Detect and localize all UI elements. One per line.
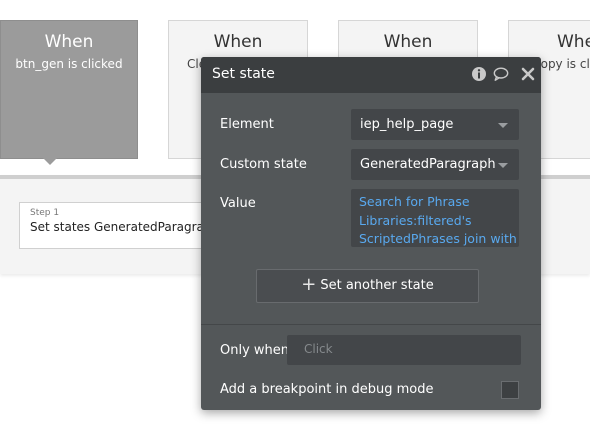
custom-state-dropdown[interactable]: GeneratedParagraph xyxy=(351,149,519,180)
info-icon[interactable] xyxy=(471,66,487,82)
plus-icon: + xyxy=(301,274,317,295)
element-dropdown[interactable]: iep_help_page xyxy=(351,109,519,140)
divider xyxy=(201,324,541,325)
active-event-pointer xyxy=(43,158,57,165)
event-when-label: Whe xyxy=(557,32,590,52)
modal-title: Set state xyxy=(212,66,275,82)
comment-icon[interactable] xyxy=(493,66,509,82)
event-description: btn_gen is clicked xyxy=(15,57,123,71)
event-card-btn-gen-clicked[interactable]: When btn_gen is clicked xyxy=(0,20,138,159)
step-text: Set states GeneratedParagraph xyxy=(30,220,219,234)
element-dropdown-value: iep_help_page xyxy=(360,117,454,132)
workflow-editor: When btn_gen is clicked When Cle When Wh… xyxy=(0,0,590,447)
value-label: Value xyxy=(220,196,256,211)
value-expression-line[interactable]: ScriptedPhrases join with xyxy=(359,230,517,247)
breakpoint-checkbox[interactable] xyxy=(501,381,519,399)
step-number: Step 1 xyxy=(30,208,60,218)
close-icon[interactable] xyxy=(520,66,536,82)
event-when-label: When xyxy=(44,32,94,52)
custom-state-dropdown-value: GeneratedParagraph xyxy=(360,157,496,172)
element-label: Element xyxy=(220,117,274,132)
set-another-state-label: Set another state xyxy=(320,278,434,293)
value-expression-field[interactable]: Search for Phrase Libraries:filtered's S… xyxy=(351,189,519,247)
modal-header: Set state xyxy=(201,57,541,93)
only-when-condition-field[interactable]: Click xyxy=(287,335,521,365)
value-expression-line[interactable]: Search for Phrase xyxy=(359,193,511,212)
set-another-state-button[interactable]: + Set another state xyxy=(256,269,479,303)
chevron-down-icon xyxy=(498,123,508,128)
breakpoint-label: Add a breakpoint in debug mode xyxy=(220,382,434,397)
value-expression-line[interactable]: Libraries:filtered's xyxy=(359,212,511,231)
set-state-modal: Set state Element iep_help_page Custom s… xyxy=(201,57,541,410)
step-card[interactable]: Step 1 Set states GeneratedParagraph xyxy=(19,202,219,249)
event-when-label: When xyxy=(213,32,263,52)
chevron-down-icon xyxy=(498,163,508,168)
only-when-placeholder: Click xyxy=(304,342,333,356)
custom-state-label: Custom state xyxy=(220,157,307,172)
event-when-label: When xyxy=(383,32,433,52)
only-when-label: Only when xyxy=(220,343,290,358)
